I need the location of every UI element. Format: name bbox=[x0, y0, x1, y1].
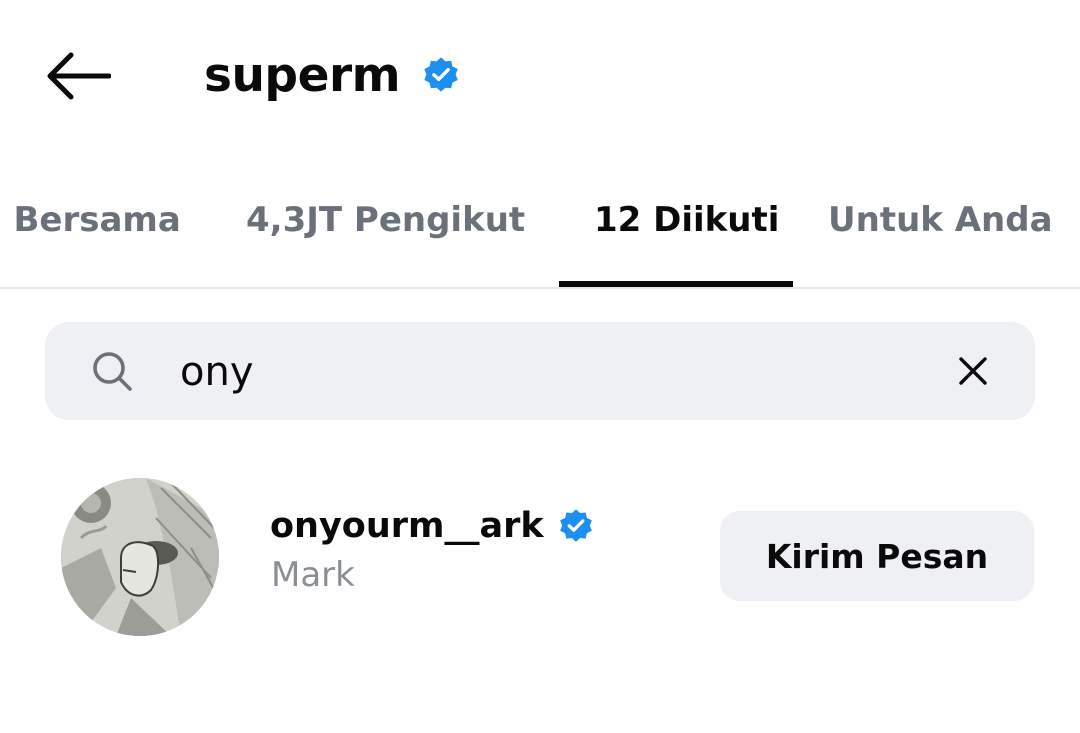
username-group[interactable]: onyourm__ark bbox=[270, 500, 594, 552]
avatar[interactable] bbox=[61, 478, 219, 636]
tab-following[interactable]: 12 Diikuti bbox=[594, 180, 779, 260]
full-name: Mark bbox=[271, 555, 355, 595]
tab-suggested[interactable]: Untuk Anda bbox=[828, 180, 1053, 260]
search-icon bbox=[88, 347, 136, 395]
search-input[interactable] bbox=[180, 342, 880, 402]
send-message-button[interactable]: Kirim Pesan bbox=[720, 511, 1034, 601]
close-icon bbox=[959, 357, 987, 385]
clear-search-button[interactable] bbox=[948, 346, 998, 396]
tabs-divider bbox=[0, 287, 1080, 289]
verified-badge-icon bbox=[422, 56, 460, 94]
tab-followers[interactable]: 4,3JT Pengikut bbox=[246, 180, 525, 260]
tab-bar: 2 Bersama 4,3JT Pengikut 12 Diikuti Untu… bbox=[0, 180, 1080, 290]
header: superm bbox=[0, 0, 1080, 150]
arrow-left-icon bbox=[47, 52, 111, 100]
page-title: superm bbox=[204, 47, 401, 103]
tab-mutual[interactable]: 2 Bersama bbox=[0, 180, 181, 260]
username[interactable]: onyourm__ark bbox=[270, 506, 544, 546]
back-button[interactable] bbox=[40, 44, 116, 108]
title-group: superm bbox=[204, 40, 460, 110]
verified-badge-icon bbox=[558, 508, 594, 544]
list-item[interactable]: onyourm__ark Mark Kirim Pesan bbox=[0, 470, 1080, 640]
